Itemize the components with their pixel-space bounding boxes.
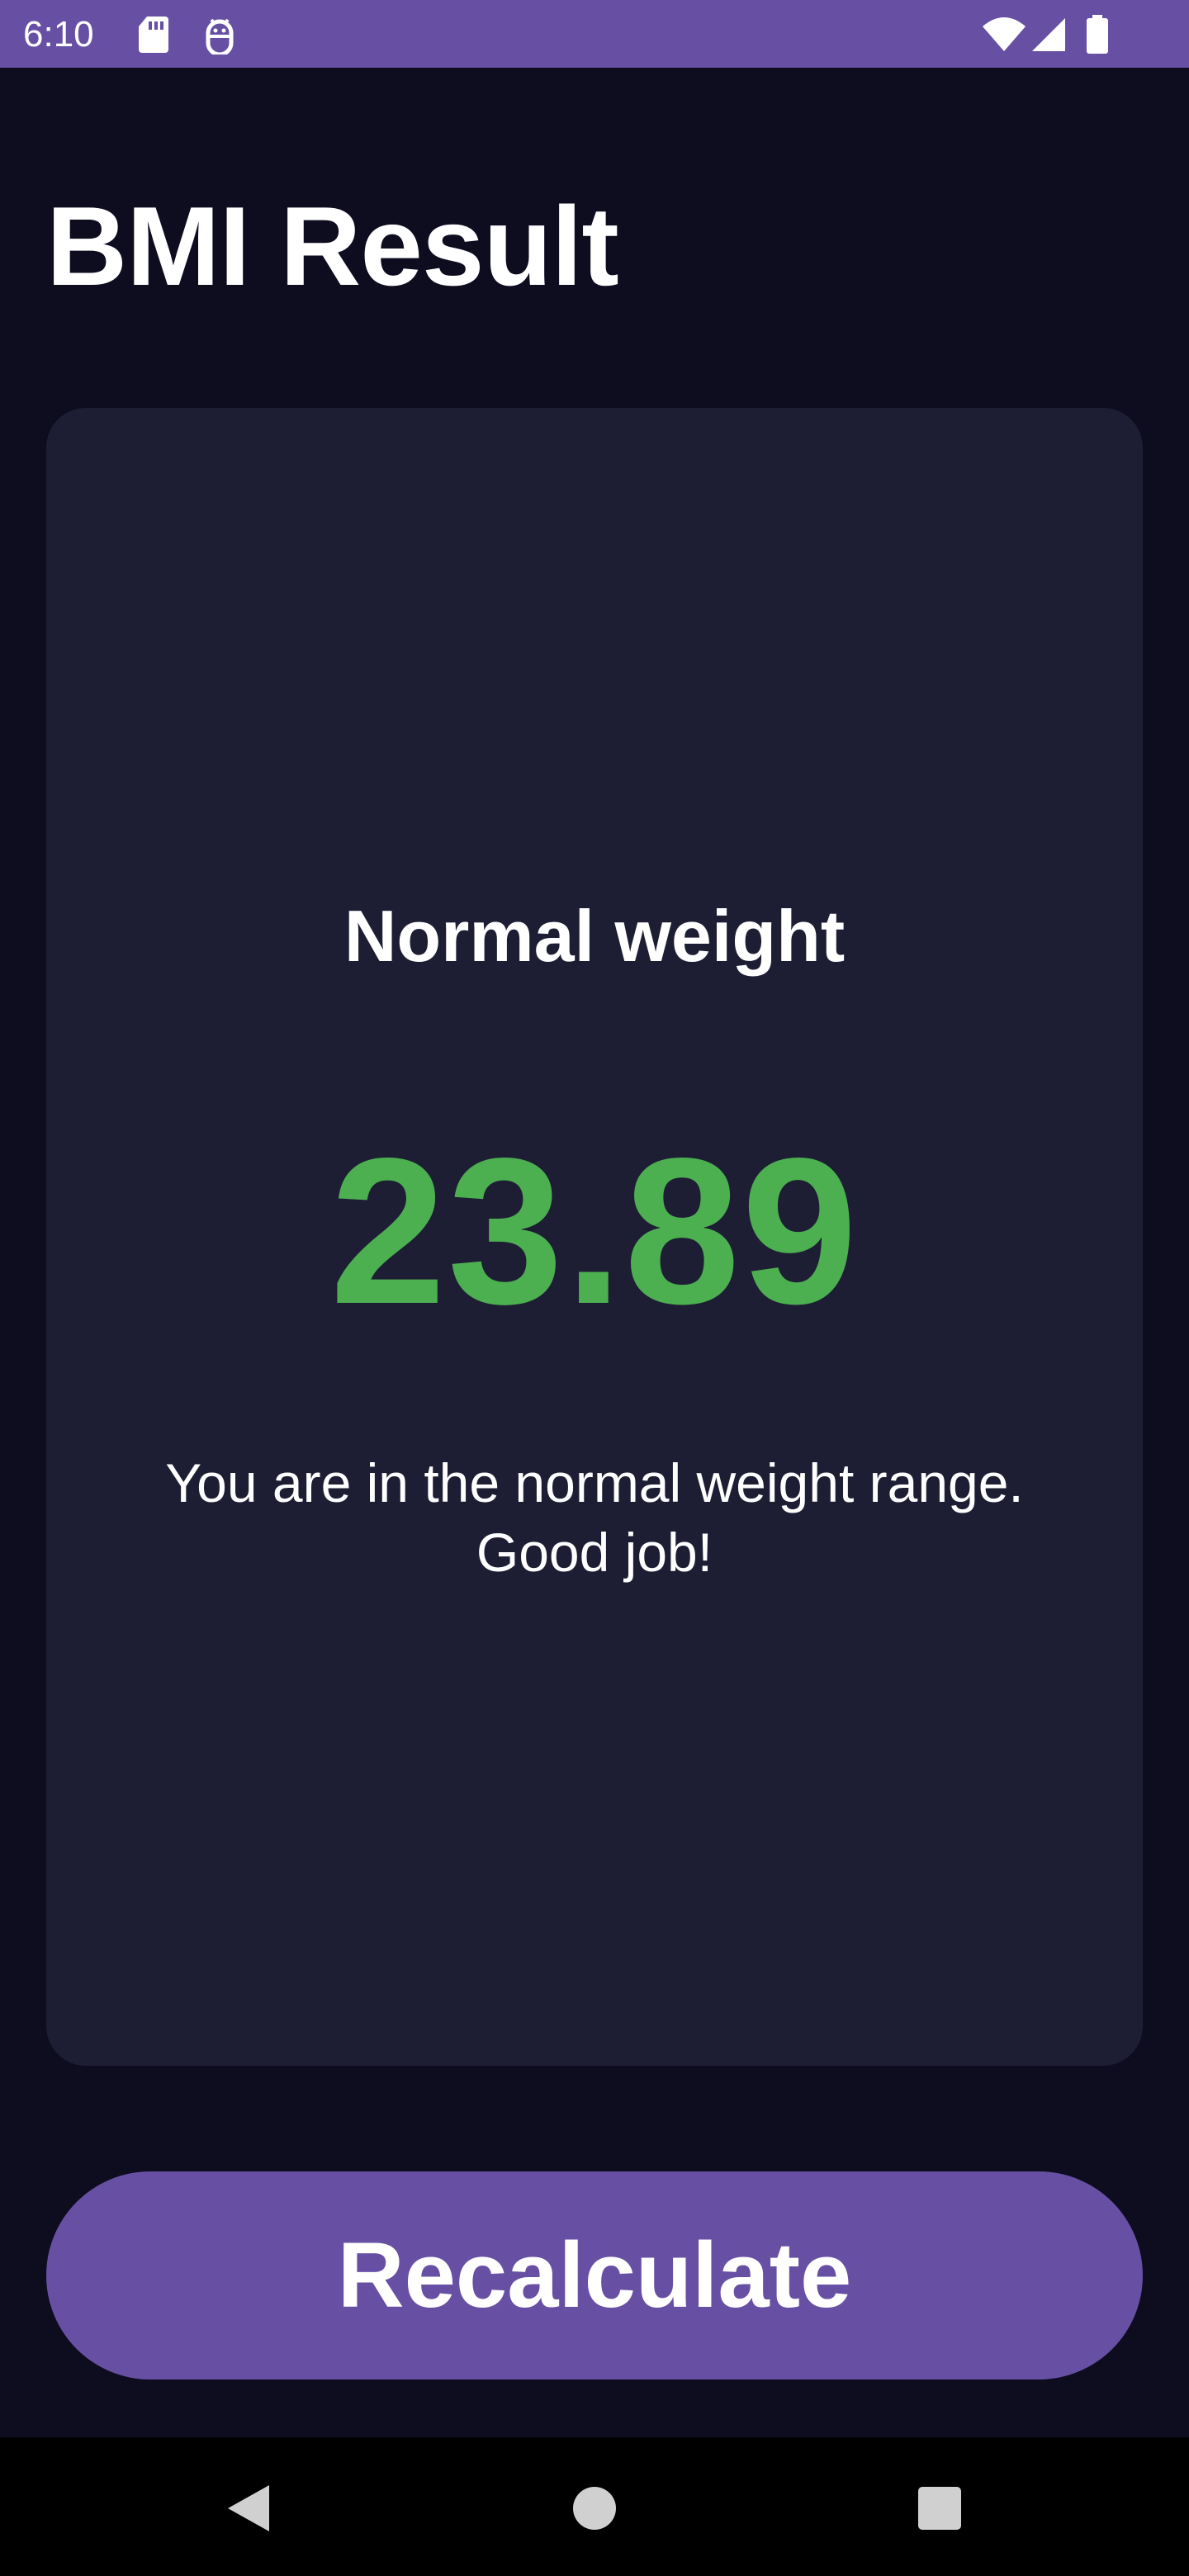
page-title: BMI Result (46, 183, 619, 309)
status-bar: 6:10 (0, 0, 1189, 68)
result-message: You are in the normal weight range. Good… (46, 1448, 1143, 1587)
wifi-icon (983, 17, 1026, 51)
result-card: Normal weight 23.89 You are in the norma… (46, 408, 1143, 2066)
back-icon[interactable] (223, 2482, 276, 2535)
recents-icon[interactable] (913, 2482, 966, 2535)
navigation-bar (0, 2437, 1189, 2576)
sd-card-icon (139, 17, 168, 53)
result-message-line-1: You are in the normal weight range. (165, 1452, 1024, 1513)
home-icon[interactable] (568, 2482, 621, 2535)
bmi-result-screen: 6:10 BMI Result Normal weight 23.89 You … (0, 0, 1189, 2576)
android-debug-icon (206, 18, 234, 54)
recalculate-button[interactable]: Recalculate (46, 2171, 1143, 2379)
bmi-category: Normal weight (343, 895, 846, 977)
status-time: 6:10 (23, 14, 94, 54)
signal-icon (1032, 18, 1065, 51)
result-message-line-2: Good job! (476, 1522, 713, 1583)
battery-icon (1087, 15, 1108, 54)
bmi-value: 23.89 (329, 1115, 860, 1347)
